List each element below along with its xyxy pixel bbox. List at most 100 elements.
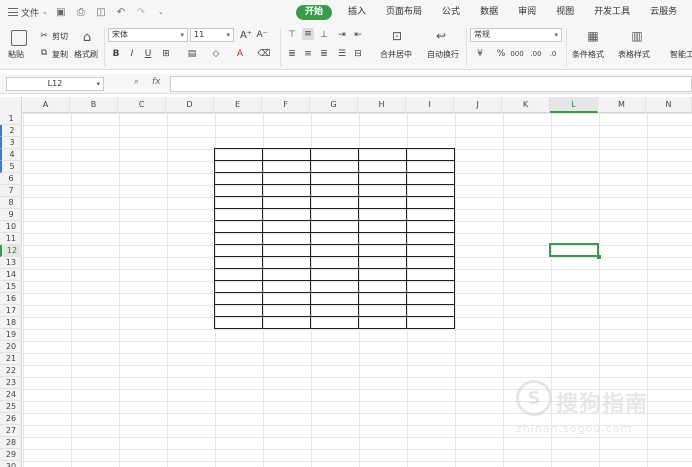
column-header[interactable]: D <box>166 97 214 113</box>
merge-center-label[interactable]: 合并居中 <box>380 49 412 60</box>
customize-chevron-icon[interactable]: ⌄ <box>154 5 168 19</box>
bold-button[interactable]: B <box>110 48 122 60</box>
row-header[interactable]: 10 <box>0 221 22 233</box>
table-cell[interactable] <box>310 268 359 281</box>
table-cell[interactable] <box>406 208 455 221</box>
table-cell[interactable] <box>262 160 311 173</box>
align-right-icon[interactable]: ≣ <box>318 48 330 60</box>
row-header[interactable]: 24 <box>0 389 22 401</box>
row-header[interactable]: 30 <box>0 461 22 467</box>
table-cell[interactable] <box>262 184 311 197</box>
table-cell[interactable] <box>214 244 263 257</box>
merge-center-button[interactable]: ⊡ <box>388 28 406 44</box>
row-header[interactable]: 18 <box>0 317 22 329</box>
scissors-icon[interactable]: ✂ <box>38 30 50 42</box>
font-size-select[interactable]: 11 ▾ <box>190 28 234 42</box>
table-cell[interactable] <box>262 208 311 221</box>
decrease-decimal-icon[interactable]: .0 <box>547 48 559 60</box>
copy-label[interactable]: 复制 <box>52 49 68 60</box>
tab-formulas[interactable]: 公式 <box>432 0 470 24</box>
tab-developer[interactable]: 开发工具 <box>584 0 640 24</box>
table-cell[interactable] <box>310 172 359 185</box>
table-cell[interactable] <box>214 172 263 185</box>
align-left-icon[interactable]: ≣ <box>286 48 298 60</box>
cell-style-icon[interactable]: ▤ <box>186 48 198 60</box>
table-cell[interactable] <box>358 184 407 197</box>
formula-input[interactable] <box>170 76 692 92</box>
table-cell[interactable] <box>406 184 455 197</box>
row-header[interactable]: 6 <box>0 173 22 185</box>
table-cell[interactable] <box>262 148 311 161</box>
underline-button[interactable]: U <box>142 48 154 60</box>
row-header[interactable]: 2 <box>0 125 22 137</box>
row-header[interactable]: 22 <box>0 365 22 377</box>
table-cell[interactable] <box>358 232 407 245</box>
row-header[interactable]: 26 <box>0 413 22 425</box>
table-cell[interactable] <box>214 220 263 233</box>
column-header[interactable]: I <box>406 97 454 113</box>
table-cell[interactable] <box>262 268 311 281</box>
table-cell[interactable] <box>310 160 359 173</box>
row-header[interactable]: 20 <box>0 341 22 353</box>
name-box[interactable]: L12 ▾ <box>6 77 104 91</box>
table-cell[interactable] <box>214 316 263 329</box>
table-cell[interactable] <box>406 292 455 305</box>
column-header[interactable]: E <box>214 97 262 113</box>
table-cell[interactable] <box>214 268 263 281</box>
table-cell[interactable] <box>310 280 359 293</box>
table-cell[interactable] <box>358 280 407 293</box>
smart-tool-label[interactable]: 智能工 <box>670 49 692 60</box>
wrap-text-button[interactable]: ↩ <box>432 28 450 44</box>
save-icon[interactable]: ▣ <box>54 5 68 19</box>
table-cell[interactable] <box>358 148 407 161</box>
column-header[interactable]: M <box>598 97 646 113</box>
align-bottom-icon[interactable]: ⊥ <box>318 29 330 41</box>
row-header[interactable]: 27 <box>0 425 22 437</box>
font-name-select[interactable]: 宋体 ▾ <box>108 28 188 42</box>
table-cell[interactable] <box>262 244 311 257</box>
table-cell[interactable] <box>406 280 455 293</box>
column-header[interactable]: F <box>262 97 310 113</box>
table-cell[interactable] <box>262 232 311 245</box>
redo-icon[interactable]: ↷ <box>134 5 148 19</box>
table-cell[interactable] <box>214 208 263 221</box>
table-cell[interactable] <box>358 268 407 281</box>
table-cell[interactable] <box>310 184 359 197</box>
table-cell[interactable] <box>406 220 455 233</box>
italic-button[interactable]: I <box>126 48 138 60</box>
table-cell[interactable] <box>406 148 455 161</box>
distribute-icon[interactable]: ⊟ <box>352 48 364 60</box>
copy-icon[interactable]: ⧉ <box>38 47 50 59</box>
table-cell[interactable] <box>310 316 359 329</box>
table-cell[interactable] <box>262 256 311 269</box>
table-cell[interactable] <box>214 292 263 305</box>
borders-icon[interactable]: ⊞ <box>160 48 172 60</box>
table-cell[interactable] <box>358 208 407 221</box>
table-cell[interactable] <box>406 304 455 317</box>
tab-home[interactable]: 开始 <box>296 4 333 20</box>
tab-page-layout[interactable]: 页面布局 <box>376 0 432 24</box>
table-cell[interactable] <box>262 316 311 329</box>
column-header[interactable]: K <box>502 97 550 113</box>
table-cell[interactable] <box>310 148 359 161</box>
table-cell[interactable] <box>262 280 311 293</box>
table-cell[interactable] <box>262 220 311 233</box>
table-cell[interactable] <box>358 172 407 185</box>
column-header[interactable]: B <box>70 97 118 113</box>
indent-decrease-icon[interactable]: ⇤ <box>352 29 364 41</box>
tab-data[interactable]: 数据 <box>470 0 508 24</box>
table-cell[interactable] <box>310 292 359 305</box>
table-cell[interactable] <box>310 244 359 257</box>
format-painter-button[interactable]: ⌂ <box>78 28 96 46</box>
table-cell[interactable] <box>406 256 455 269</box>
column-header[interactable]: A <box>22 97 70 113</box>
table-cell[interactable] <box>406 316 455 329</box>
row-header[interactable]: 7 <box>0 185 22 197</box>
table-cell[interactable] <box>406 172 455 185</box>
table-cell[interactable] <box>358 160 407 173</box>
row-header[interactable]: 13 <box>0 257 22 269</box>
fill-color-icon[interactable]: ◇ <box>210 48 222 60</box>
row-header[interactable]: 14 <box>0 269 22 281</box>
table-cell[interactable] <box>310 220 359 233</box>
table-cell[interactable] <box>310 232 359 245</box>
